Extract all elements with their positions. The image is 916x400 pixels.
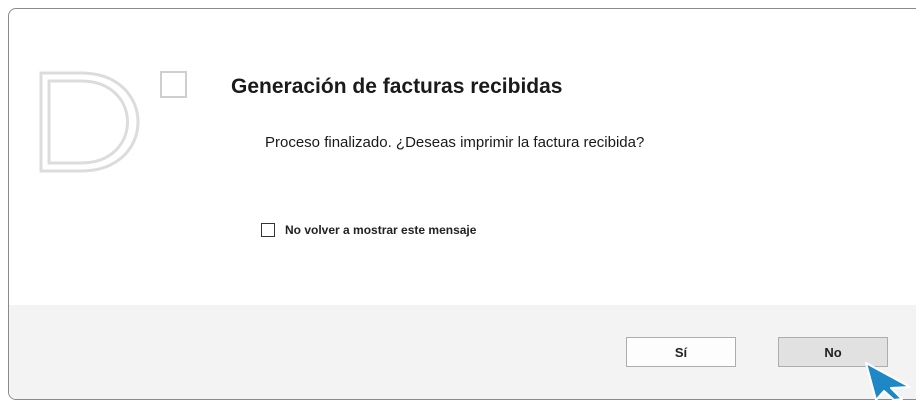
dialog-title: Generación de facturas recibidas [231, 75, 563, 98]
dont-show-again-checkbox[interactable] [261, 223, 275, 237]
dont-show-again-label: No volver a mostrar este mensaje [285, 223, 477, 237]
d-logo-icon [39, 71, 187, 173]
dialog-footer: Sí No [9, 305, 916, 399]
yes-button[interactable]: Sí [626, 337, 736, 367]
dialog-window: Generación de facturas recibidas Proceso… [8, 8, 916, 400]
dialog-message: Proceso finalizado. ¿Deseas imprimir la … [265, 134, 645, 151]
mouse-pointer-icon [865, 362, 911, 400]
dont-show-again-option[interactable]: No volver a mostrar este mensaje [261, 223, 476, 237]
